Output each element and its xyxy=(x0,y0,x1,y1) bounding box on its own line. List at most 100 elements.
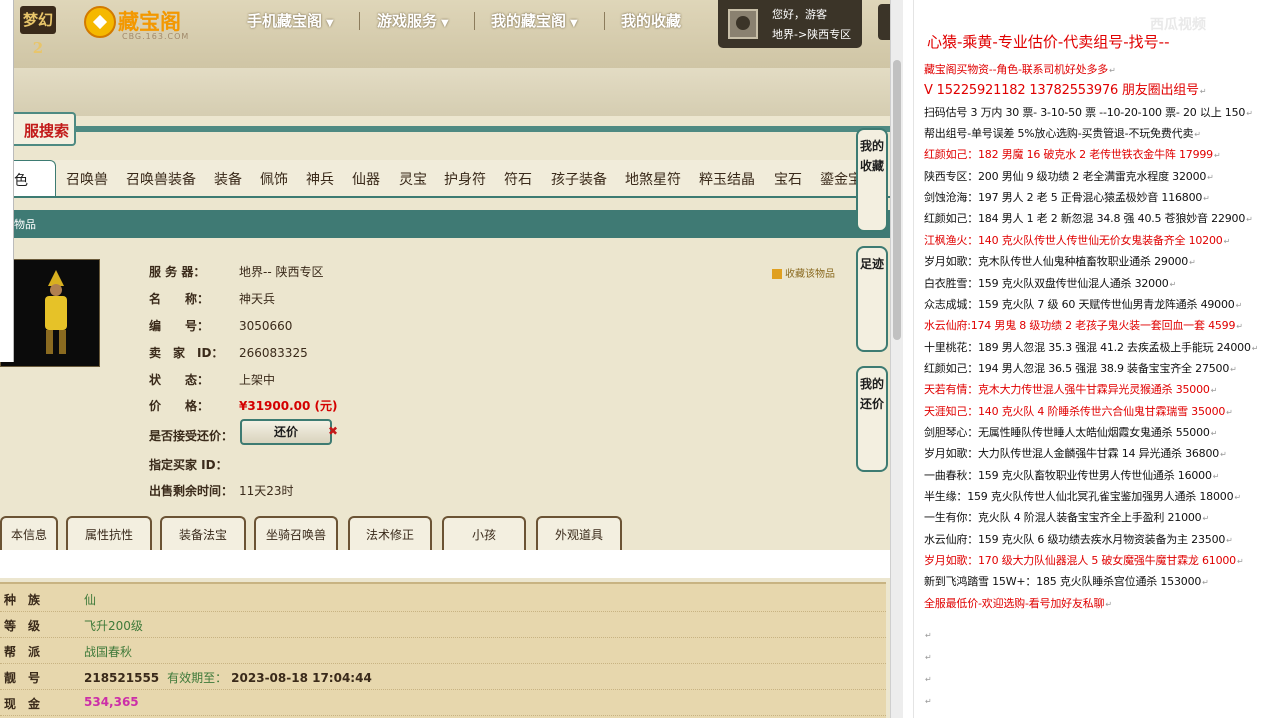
note-line: 半生缘：159 克火队传世人仙北冥孔雀宝鉴加强男人通杀 18000↵ xyxy=(924,490,1241,503)
note-line: 众志成城：159 克火队 7 级 60 天赋传世仙男青龙阵通杀 49000↵ xyxy=(924,298,1243,311)
note-line: V 15225921182 13782553976 朋友圈出组号↵ xyxy=(924,83,1207,98)
field-time-left: 出售剩余时间： 11天23时 xyxy=(149,484,294,498)
paragraph-mark-icon: ↵ xyxy=(1202,578,1209,587)
my-favorites-button[interactable]: 我的收藏 xyxy=(856,128,888,232)
note-line: 岁月如歌：大力队传世混人金麟强牛甘霖 14 异光通杀 36800↵ xyxy=(924,447,1227,460)
scrollbar-thumb[interactable] xyxy=(893,60,901,340)
tab-equip-treasure[interactable]: 装备法宝 xyxy=(160,516,246,552)
server-search-box[interactable]: 服搜索 xyxy=(14,112,76,146)
cbg-logo[interactable]: 藏宝阁 CBG.163.COM xyxy=(84,2,194,42)
paragraph-mark-icon: ↵ xyxy=(1226,408,1233,417)
screen: 梦幻2 藏宝阁 CBG.163.COM 手机藏宝阁 ▼ 游戏服务 ▼ 我的藏宝阁 ▼ … xyxy=(0,0,1280,718)
tab-jade-crystal[interactable]: 粹玉结晶 xyxy=(699,169,755,189)
tab-rune-stone[interactable]: 符石 xyxy=(504,169,532,189)
tab-gem[interactable]: 宝石 xyxy=(774,169,802,189)
note-line: 全服最低价-欢迎选购-看号加好友私聊↵ xyxy=(924,597,1112,610)
nav-my-cbg[interactable]: 我的藏宝阁 ▼ xyxy=(491,10,578,31)
paragraph-mark-icon: ↵ xyxy=(1226,536,1233,545)
note-line: 红颜如己：194 男人忽混 36.5 强混 38.9 装备宝宝齐全 27500↵ xyxy=(924,362,1237,375)
basic-info-table: 种 族仙 等 级飞升200级 帮 派战国春秋 靓 号 218521555 有效期至：… xyxy=(0,582,886,718)
paragraph-mark-icon: ↵ xyxy=(1251,344,1259,353)
tab-child-equipment[interactable]: 孩子装备 xyxy=(551,169,607,189)
tab-amulet[interactable]: 护身符 xyxy=(444,169,486,189)
tab-accessory[interactable]: 佩饰 xyxy=(260,169,288,189)
page-scrollbar[interactable] xyxy=(890,0,903,718)
note-line: 水云仙府:174 男鬼 8 级功绩 2 老孩子鬼火装一套回血一套 4599↵ xyxy=(924,319,1243,332)
user-server[interactable]: 地界->陕西专区 xyxy=(772,26,851,42)
tab-spirit-treasure[interactable]: 灵宝 xyxy=(399,169,427,189)
table-row: 帮 派战国春秋 xyxy=(0,638,886,664)
paragraph-mark-icon: ↵ xyxy=(1213,151,1221,160)
game-logo[interactable]: 梦幻2 xyxy=(20,6,56,57)
tab-appearance[interactable]: 外观道具 xyxy=(536,516,622,552)
paragraph-mark-icon: ↵ xyxy=(1235,301,1243,310)
tab-basic-info[interactable]: 本信息 xyxy=(0,516,58,552)
paragraph-mark-icon: ↵ xyxy=(1199,87,1207,96)
user-box[interactable]: 您好，游客 地界->陕西专区 xyxy=(718,0,862,48)
pretty-id-until-label: 有效期至： xyxy=(167,671,228,685)
paragraph-mark-icon: ↵ xyxy=(925,697,932,706)
table-row: 种 族仙 xyxy=(0,586,886,612)
counter-offer-button[interactable]: 还价 xyxy=(240,419,332,445)
tab-role[interactable]: 色 xyxy=(14,160,56,196)
note-line: 一生有你：克火队 4 阶混人装备宝宝齐全上手盈利 21000↵ xyxy=(924,511,1209,524)
note-line: 红颜如己：184 男人 1 老 2 新忽混 34.8 强 40.5 苍狼妙音 2… xyxy=(924,212,1253,225)
tab-pet[interactable]: 召唤兽 xyxy=(66,169,108,189)
field-accept-counter: 是否接受还价： xyxy=(149,429,234,443)
footprint-button[interactable]: 足迹 xyxy=(856,246,888,352)
document-margin xyxy=(913,0,914,718)
field-number: 编 号： 3050660 xyxy=(149,319,293,333)
paragraph-mark-icon: ↵ xyxy=(1105,600,1112,609)
field-name: 名 称： 神天兵 xyxy=(149,292,276,306)
table-row: 靓 号 218521555 有效期至： 2023-08-18 17:04:44 xyxy=(0,664,886,690)
paragraph-mark-icon: ↵ xyxy=(1212,472,1220,481)
paragraph-mark-icon: ↵ xyxy=(925,653,932,662)
nav-game-services[interactable]: 游戏服务 ▼ xyxy=(377,10,449,31)
tab-mount-pet[interactable]: 坐骑召唤兽 xyxy=(254,516,338,552)
tab-divine-weapon[interactable]: 神兵 xyxy=(306,169,334,189)
server-search-label: 服搜索 xyxy=(24,122,70,140)
chevron-down-icon: ▼ xyxy=(570,18,578,29)
notes-title: 心猿-乘黄-专业估价-代卖组号-找号-- xyxy=(927,33,1170,51)
nav-divider xyxy=(474,12,475,30)
tab-star-rune[interactable]: 地煞星符 xyxy=(625,169,681,189)
character-image xyxy=(0,259,100,367)
note-line: 新到飞鸿踏雪 15W+：185 克火队睡杀宫位通杀 153000↵ xyxy=(924,575,1209,588)
topbar-edge xyxy=(878,4,890,40)
nav-my-favorites[interactable]: 我的收藏 xyxy=(621,10,681,31)
table-row: 现 金 534,365 xyxy=(0,690,886,716)
tab-immortal-weapon[interactable]: 仙器 xyxy=(352,169,380,189)
field-price: 价 格： ¥31900.00 (元) xyxy=(149,399,338,413)
close-icon[interactable]: ✖ xyxy=(328,424,338,438)
chevron-down-icon: ▼ xyxy=(441,18,449,29)
table-row: 等 级飞升200级 xyxy=(0,612,886,638)
paragraph-mark-icon: ↵ xyxy=(1210,386,1218,395)
paragraph-mark-icon: ↵ xyxy=(1189,258,1196,267)
my-counter-offers-button[interactable]: 我的还价 xyxy=(856,366,888,472)
note-line: 扫码估号 3 万内 30 票- 3-10-50 票 --10-20-100 票-… xyxy=(924,106,1253,119)
top-navigation: 梦幻2 藏宝阁 CBG.163.COM 手机藏宝阁 ▼ 游戏服务 ▼ 我的藏宝阁 ▼ … xyxy=(0,0,903,68)
nav-mobile-cbg[interactable]: 手机藏宝阁 ▼ xyxy=(247,10,334,31)
note-line: 天若有情：克木大力传世混人强牛甘霖异光灵猴通杀 35000↵ xyxy=(924,383,1218,396)
cbg-logo-icon xyxy=(84,6,116,38)
note-line: 岁月如歌：克木队传世人仙鬼种植畜牧职业通杀 29000↵ xyxy=(924,255,1196,268)
side-floating-buttons: 我的收藏 足迹 我的还价 xyxy=(856,128,888,476)
note-line: 红颜如己：182 男魔 16 破克水 2 老传世铁衣金牛阵 17999↵ xyxy=(924,148,1221,161)
tab-equipment[interactable]: 装备 xyxy=(214,169,242,189)
tab-attributes[interactable]: 属性抗性 xyxy=(66,516,152,552)
field-status: 状 态： 上架中 xyxy=(149,373,276,387)
category-tabs: 色 召唤兽 召唤兽装备 装备 佩饰 神兵 仙器 灵宝 护身符 符石 孩子装备 地… xyxy=(14,160,890,198)
tab-child[interactable]: 小孩 xyxy=(442,516,526,552)
field-seller-id: 卖 家 ID： 266083325 xyxy=(149,346,308,360)
note-line: 剑胆琴心：无属性睡队传世睡人太皓仙烟霞女鬼通杀 55000↵ xyxy=(924,426,1218,439)
tab-pet-equipment[interactable]: 召唤兽装备 xyxy=(126,169,196,189)
pretty-id-until-time: 2023-08-18 17:04:44 xyxy=(231,671,372,685)
tab-spell-mod[interactable]: 法术修正 xyxy=(348,516,432,552)
info-tabs: 本信息 属性抗性 装备法宝 坐骑召唤兽 法术修正 小孩 外观道具 xyxy=(0,516,890,552)
price-value: ¥31900.00 (元) xyxy=(239,399,338,413)
avatar-icon xyxy=(728,9,758,39)
chevron-down-icon: ▼ xyxy=(326,18,334,29)
favorite-item-link[interactable]: 收藏该物品 xyxy=(772,265,835,280)
pretty-id-value: 218521555 xyxy=(84,671,160,685)
note-line: 一曲春秋：159 克火队畜牧职业传世男人传世仙通杀 16000↵ xyxy=(924,469,1220,482)
